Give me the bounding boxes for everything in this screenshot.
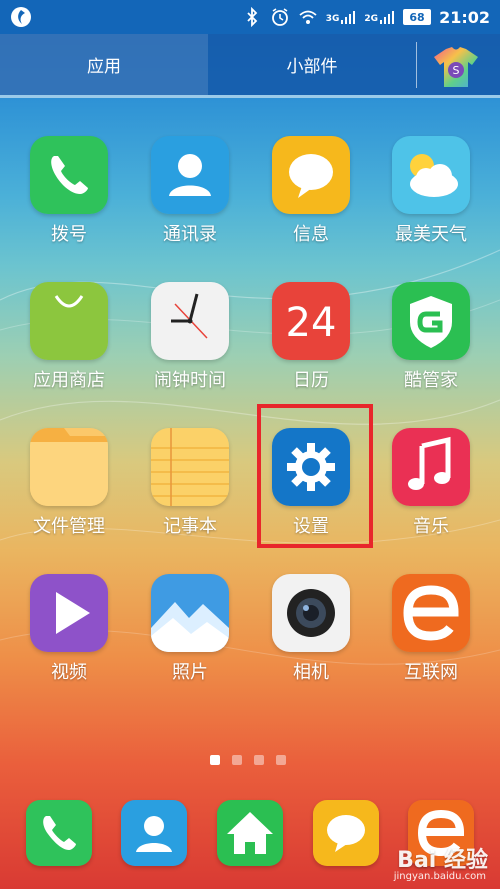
home-icon xyxy=(217,800,283,866)
app-label: 相机 xyxy=(293,662,329,683)
weather-icon xyxy=(392,136,470,214)
app-notepad[interactable]: 记事本 xyxy=(135,428,245,558)
notepad-icon xyxy=(151,428,229,506)
app-label: 视频 xyxy=(51,662,87,683)
browser-e-icon xyxy=(392,574,470,652)
calendar-icon: 24 xyxy=(272,282,350,360)
wifi-icon xyxy=(299,10,317,24)
signal-bars-icon xyxy=(380,11,395,24)
status-bar: 3G 2G 68 21:02 xyxy=(0,0,500,34)
camera-lens-icon xyxy=(272,574,350,652)
phone-icon xyxy=(26,800,92,866)
app-label: 应用商店 xyxy=(33,370,105,391)
alarm-icon xyxy=(271,8,288,26)
tab-apps[interactable]: 应用 xyxy=(0,34,208,95)
app-music[interactable]: 音乐 xyxy=(376,428,486,558)
signal-2g: 2G xyxy=(364,10,395,24)
message-icon xyxy=(313,800,379,866)
page-dot[interactable] xyxy=(232,755,242,765)
network-label-1: 3G xyxy=(325,14,340,24)
app-weather[interactable]: 最美天气 xyxy=(376,136,486,266)
page-indicator xyxy=(210,755,286,765)
signal-3g: 3G xyxy=(326,10,357,24)
app-calendar[interactable]: 24 日历 xyxy=(256,282,366,412)
app-label: 照片 xyxy=(172,662,208,683)
settings-highlight-box xyxy=(257,404,373,548)
app-security[interactable]: 酷管家 xyxy=(376,282,486,412)
app-label: 最美天气 xyxy=(395,224,467,245)
contact-icon xyxy=(151,136,229,214)
mountain-icon xyxy=(151,574,229,652)
bluetooth-icon xyxy=(247,7,258,27)
app-label: 拨号 xyxy=(51,224,87,245)
app-contacts[interactable]: 通讯录 xyxy=(135,136,245,266)
signal-bars-icon xyxy=(341,11,356,24)
clock-icon xyxy=(151,282,229,360)
app-store[interactable]: 应用商店 xyxy=(14,282,124,412)
dock-contacts[interactable] xyxy=(121,800,187,866)
app-camera[interactable]: 相机 xyxy=(256,574,366,704)
page-dot[interactable] xyxy=(210,755,220,765)
dock-home[interactable] xyxy=(217,800,283,866)
app-label: 闹钟时间 xyxy=(154,370,226,391)
shield-icon xyxy=(392,282,470,360)
watermark-url: jingyan.baidu.com xyxy=(393,871,486,882)
baidu-watermark: Bai 经验 xyxy=(397,848,488,873)
phone-icon xyxy=(30,136,108,214)
drawer-tab-bar: 应用 小部件 S xyxy=(0,34,500,98)
message-icon xyxy=(272,136,350,214)
app-label: 音乐 xyxy=(413,516,449,537)
music-note-icon xyxy=(392,428,470,506)
page-dot[interactable] xyxy=(276,755,286,765)
app-messages[interactable]: 信息 xyxy=(256,136,366,266)
app-label: 酷管家 xyxy=(404,370,458,391)
app-label: 日历 xyxy=(293,370,329,391)
app-logo-icon xyxy=(11,7,31,27)
app-label: 互联网 xyxy=(404,662,458,683)
app-label: 记事本 xyxy=(163,516,217,537)
contact-icon xyxy=(121,800,187,866)
app-photos[interactable]: 照片 xyxy=(135,574,245,704)
app-label: 通讯录 xyxy=(163,224,217,245)
store-bag-icon xyxy=(30,282,108,360)
theme-letter: S xyxy=(453,64,460,77)
battery-indicator: 68 xyxy=(403,9,432,25)
dock-messages[interactable] xyxy=(313,800,379,866)
folder-icon xyxy=(30,428,108,506)
app-clock[interactable]: 闹钟时间 xyxy=(135,282,245,412)
theme-shirt-icon[interactable]: S xyxy=(432,45,480,89)
play-icon xyxy=(30,574,108,652)
calendar-day: 24 xyxy=(286,300,337,346)
tab-widgets[interactable]: 小部件 xyxy=(208,34,416,95)
dock-phone[interactable] xyxy=(26,800,92,866)
app-browser[interactable]: 互联网 xyxy=(376,574,486,704)
page-dot[interactable] xyxy=(254,755,264,765)
app-label: 信息 xyxy=(293,224,329,245)
tab-divider xyxy=(416,42,417,88)
app-video[interactable]: 视频 xyxy=(14,574,124,704)
network-label-2: 2G xyxy=(364,14,379,24)
app-files[interactable]: 文件管理 xyxy=(14,428,124,558)
app-dialer[interactable]: 拨号 xyxy=(14,136,124,266)
app-label: 文件管理 xyxy=(33,516,105,537)
status-clock: 21:02 xyxy=(439,7,490,27)
